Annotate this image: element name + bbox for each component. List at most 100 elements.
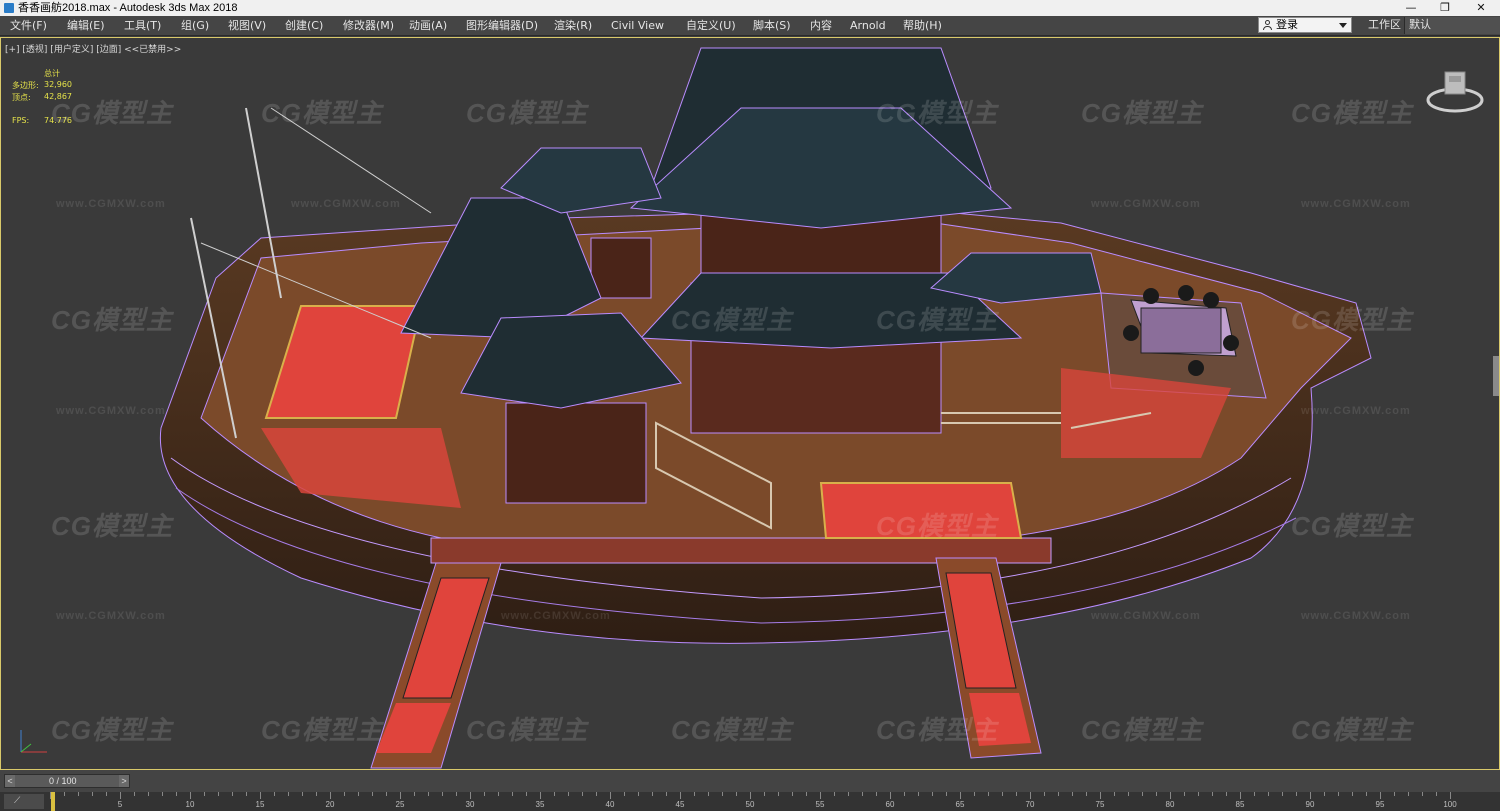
ruler-tick [1296,792,1297,796]
menu-rendering[interactable]: 渲染(R) [554,16,592,35]
ruler-tick-label: 65 [955,800,965,809]
ruler-tick [498,792,499,796]
menu-animation[interactable]: 动画(A) [409,16,447,35]
track-bar[interactable]: ⟋ 5 10 15 20 25 30 35 40 45 50 55 60 65 70 75 80 85 90 95 1… [0,792,1500,811]
ruler-tick-label: 90 [1305,800,1315,809]
ruler-tick-label: 75 [1095,800,1105,809]
ruler-tick [190,792,191,799]
fps-label: FPS: [12,116,30,125]
ruler-tick [778,792,779,796]
carpet-center [819,482,1023,539]
ruler-tick [932,792,933,796]
ruler-tick [624,792,625,796]
menu-help[interactable]: 帮助(H) [903,16,942,35]
stats-header: 总计 [44,69,60,78]
ruler-tick-label: 45 [675,800,685,809]
minimize-button[interactable]: — [1394,0,1428,16]
ruler-tick [1128,792,1129,796]
ruler-tick-label: 55 [815,800,825,809]
ruler-tick [834,792,835,796]
ruler-tick [1226,792,1227,796]
chevron-down-icon [1339,23,1347,28]
ruler-tick [246,792,247,796]
time-slider[interactable]: < 0 / 100 > [4,774,130,788]
sign-in-label: 登录 [1276,19,1298,31]
next-frame-button[interactable]: > [119,775,129,787]
ruler-tick [64,792,65,796]
ruler-tick [1352,792,1353,796]
ruler-tick [1016,792,1017,796]
viewcube-icon[interactable] [1425,66,1485,116]
ruler-tick [428,792,429,796]
viewport-resize-handle[interactable] [1493,356,1499,396]
ruler-tick [1142,792,1143,796]
ruler-tick [1198,792,1199,796]
ruler-tick [134,792,135,796]
ruler-tick [1254,792,1255,796]
ruler-tick [666,792,667,796]
ruler-tick [554,792,555,796]
menu-arnold[interactable]: Arnold [850,16,886,35]
ruler-tick [750,792,751,799]
ruler-tick [806,792,807,796]
ruler-tick [1058,792,1059,796]
ruler-tick [470,792,471,799]
ruler-tick [274,792,275,796]
ruler-tick [1450,792,1451,799]
menu-modifiers[interactable]: 修改器(M) [343,16,394,35]
menu-view[interactable]: 视图(V) [228,16,266,35]
ruler-tick [1114,792,1115,796]
workspace-dropdown[interactable]: 默认 [1404,17,1500,34]
ruler-tick [1324,792,1325,796]
menu-file[interactable]: 文件(F) [10,16,47,35]
ruler-tick [596,792,597,796]
menu-scripting[interactable]: 脚本(S) [753,16,791,35]
ruler-tick-label: 80 [1165,800,1175,809]
menu-customize[interactable]: 自定义(U) [686,16,736,35]
ship-model-render [159,47,1372,769]
ruler-tick [1170,792,1171,799]
menu-content[interactable]: 内容 [810,16,832,35]
ruler-tick [694,792,695,796]
menu-graph-editors[interactable]: 图形编辑器(D) [466,16,538,35]
ruler-tick [1030,792,1031,799]
ruler-tick-label: 100 [1443,800,1457,809]
menu-group[interactable]: 组(G) [181,16,209,35]
ruler-tick [820,792,821,799]
ruler-tick-label: 35 [535,800,545,809]
fps-value: 74.776 [44,116,72,125]
menu-bar: 文件(F) 编辑(E) 工具(T) 组(G) 视图(V) 创建(C) 修改器(M… [0,16,1500,36]
key-filter-icon[interactable]: ⟋ [4,794,44,809]
menu-edit[interactable]: 编辑(E) [67,16,105,35]
ruler-tick [1422,792,1423,796]
ruler-tick [1100,792,1101,799]
ruler-tick [302,792,303,796]
ruler-tick [218,792,219,796]
sign-in-dropdown[interactable]: 登录 [1258,17,1352,33]
verts-label: 顶点: [12,93,31,102]
ruler-tick [1044,792,1045,796]
ruler-tick [764,792,765,796]
ruler-tick [736,792,737,796]
menu-civil-view[interactable]: Civil View [611,16,664,35]
frame-ruler[interactable]: 5 10 15 20 25 30 35 40 45 50 55 60 65 70 75 80 85 90 95 100 [50,792,1500,811]
close-button[interactable]: ✕ [1464,0,1498,16]
prev-frame-button[interactable]: < [5,775,15,787]
ruler-tick [722,792,723,796]
menu-create[interactable]: 创建(C) [285,16,323,35]
ruler-tick [1268,792,1269,796]
viewport-label-menu[interactable]: [+] [透视] [用户定义] [边面] <<已禁用>> [5,42,181,55]
ruler-tick [260,792,261,799]
perspective-viewport[interactable]: [+] [透视] [用户定义] [边面] <<已禁用>> 总计 多边形: 32,… [0,37,1500,770]
ruler-tick [526,792,527,796]
ruler-tick [1156,792,1157,796]
ruler-tick [1394,792,1395,796]
ruler-tick [1002,792,1003,796]
ruler-tick [876,792,877,796]
menu-tools[interactable]: 工具(T) [124,16,161,35]
current-frame-marker[interactable] [51,792,55,811]
user-icon [1263,20,1272,30]
maximize-button[interactable]: ❐ [1428,0,1462,16]
ruler-tick [988,792,989,796]
ruler-tick [582,792,583,796]
